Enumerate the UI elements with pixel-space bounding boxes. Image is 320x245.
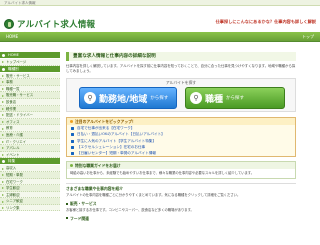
area-button-label: 勤務地/地域 bbox=[99, 94, 148, 105]
sidebar-item-office[interactable]: オフィス bbox=[0, 118, 60, 126]
job-button-label: 職種 bbox=[205, 94, 224, 105]
featured-panel: 特別な職業ガイドをお届け 時給の高いお仕事から、未経験でも始めやすいお仕事まで、… bbox=[66, 161, 296, 180]
sidebar-item-apparel[interactable]: アパレル bbox=[0, 145, 60, 152]
sidebar-item-medical[interactable]: 医療・介護 bbox=[0, 131, 60, 139]
job-button-suffix: から探す bbox=[226, 96, 245, 101]
sidebar-item-event[interactable]: イベント bbox=[0, 151, 60, 159]
intro-text: 仕事内容を詳しく解説しています。アルバイトを探す前に仕事内容を知っておくことで、… bbox=[66, 64, 296, 73]
sidebar-item-sales[interactable]: 販売職・サービス bbox=[0, 92, 60, 99]
section-title: さまざまな職業や仕事内容を紹介 bbox=[66, 186, 123, 192]
nav-bar: HOME トップ bbox=[0, 32, 320, 42]
featured-body: 時給の高いお仕事から、未経験でも始めやすいお仕事まで、様々な職業の仕事内容や必要… bbox=[70, 171, 255, 176]
featured-heading: 特別な職業ガイドをお届け bbox=[67, 162, 295, 170]
page-title: 豊富な求人情報と仕事内容の詳細な説明 bbox=[66, 52, 296, 61]
site-logo[interactable]: アルバイト求人情報 bbox=[4, 18, 95, 30]
sidebar-heading-home: HOME bbox=[0, 52, 60, 59]
sidebar-item-it[interactable]: IT・クリエイ bbox=[0, 138, 60, 146]
food-heading: フード関連 bbox=[66, 216, 296, 222]
search-by-area-button[interactable]: ⚲ 勤務地/地域 から探す bbox=[79, 87, 177, 109]
breadcrumb[interactable]: トップ bbox=[302, 32, 314, 42]
area-button-suffix: から探す bbox=[150, 96, 169, 101]
sidebar-item-sales-service[interactable]: 販売・サービス bbox=[0, 72, 60, 80]
search-box-title: アルバイトを探す bbox=[165, 80, 197, 85]
sidebar-item-remote[interactable]: 在宅ワーク bbox=[0, 178, 60, 186]
sales-service-heading: 販売・サービス bbox=[66, 201, 296, 207]
jobs-section: さまざまな職業や仕事内容を紹介 アルバイトの仕事内容を職種ごとに分かりやすくまと… bbox=[66, 183, 296, 222]
sidebar-item-links[interactable]: リンク集 bbox=[0, 204, 60, 212]
search-box: アルバイトを探す ⚲ 勤務地/地域 から探す ⚲ 職種 から探す bbox=[66, 78, 296, 112]
sidebar-item-light-work[interactable]: 軽作業 bbox=[0, 105, 60, 113]
main-content: 豊富な求人情報と仕事内容の詳細な説明 仕事内容を詳しく解説しています。アルバイト… bbox=[66, 52, 296, 245]
sidebar-item-homemaker[interactable]: 主婦歓迎 bbox=[0, 191, 60, 199]
site-header: アルバイト求人情報 簡単に人気の求人情報をアルバイト求人情報で探せる 仕事探しに… bbox=[0, 6, 320, 36]
sidebar-item-restaurant[interactable]: 飲食店 bbox=[0, 98, 60, 106]
logo-icon bbox=[4, 19, 14, 29]
nav-home-link[interactable]: HOME bbox=[6, 32, 18, 42]
pickup-link[interactable]: 【日雇いセンター】短期・単発のアルバイト情報 bbox=[67, 150, 295, 156]
sidebar-item-education[interactable]: 教育 bbox=[0, 125, 60, 132]
sidebar-item-senior[interactable]: シニア歓迎 bbox=[0, 198, 60, 205]
search-by-job-button[interactable]: ⚲ 職種 から探す bbox=[185, 87, 285, 109]
sidebar-item-high-pay[interactable]: 高収入 bbox=[0, 165, 60, 172]
sidebar-item-office-work[interactable]: 事務 bbox=[0, 79, 60, 86]
sidebar-heading-feature: 特集 bbox=[0, 158, 60, 166]
sidebar-item-student[interactable]: 学生歓迎 bbox=[0, 185, 60, 192]
sidebar-item-job-list[interactable]: 職種一覧 bbox=[0, 85, 60, 93]
header-tagline: 仕事探しにこんなにあるかな？仕事内容も詳しく解説 bbox=[215, 19, 316, 24]
pickup-heading: 注目のアルバイトをピックアップ！ bbox=[67, 118, 295, 125]
logo-text: アルバイト求人情報 bbox=[17, 20, 96, 30]
sidebar-item-top[interactable]: トップページ bbox=[0, 59, 60, 66]
sidebar: HOME トップページ 職種別 販売・サービス 事務 職種一覧 販売職・サービス… bbox=[0, 52, 60, 245]
search-icon: ⚲ bbox=[84, 92, 96, 104]
search-icon: ⚲ bbox=[190, 92, 202, 104]
sidebar-heading-jobtype: 職種別 bbox=[0, 65, 60, 73]
sidebar-item-short-term[interactable]: 短期・単発 bbox=[0, 171, 60, 179]
section-body: アルバイトの仕事内容を職種ごとに分かりやすくまとめています。気になる職種をクリッ… bbox=[66, 193, 241, 198]
pickup-panel: 注目のアルバイトをピックアップ！ 自宅で仕事が出来る【在宅ワーク】 日払い・週払… bbox=[66, 117, 296, 158]
sales-service-body: お客様と接するお仕事です。コンビニやスーパー、飲食店など多くの職場があります。 bbox=[66, 208, 194, 213]
sidebar-item-delivery[interactable]: 配送・ドライバー bbox=[0, 112, 60, 119]
